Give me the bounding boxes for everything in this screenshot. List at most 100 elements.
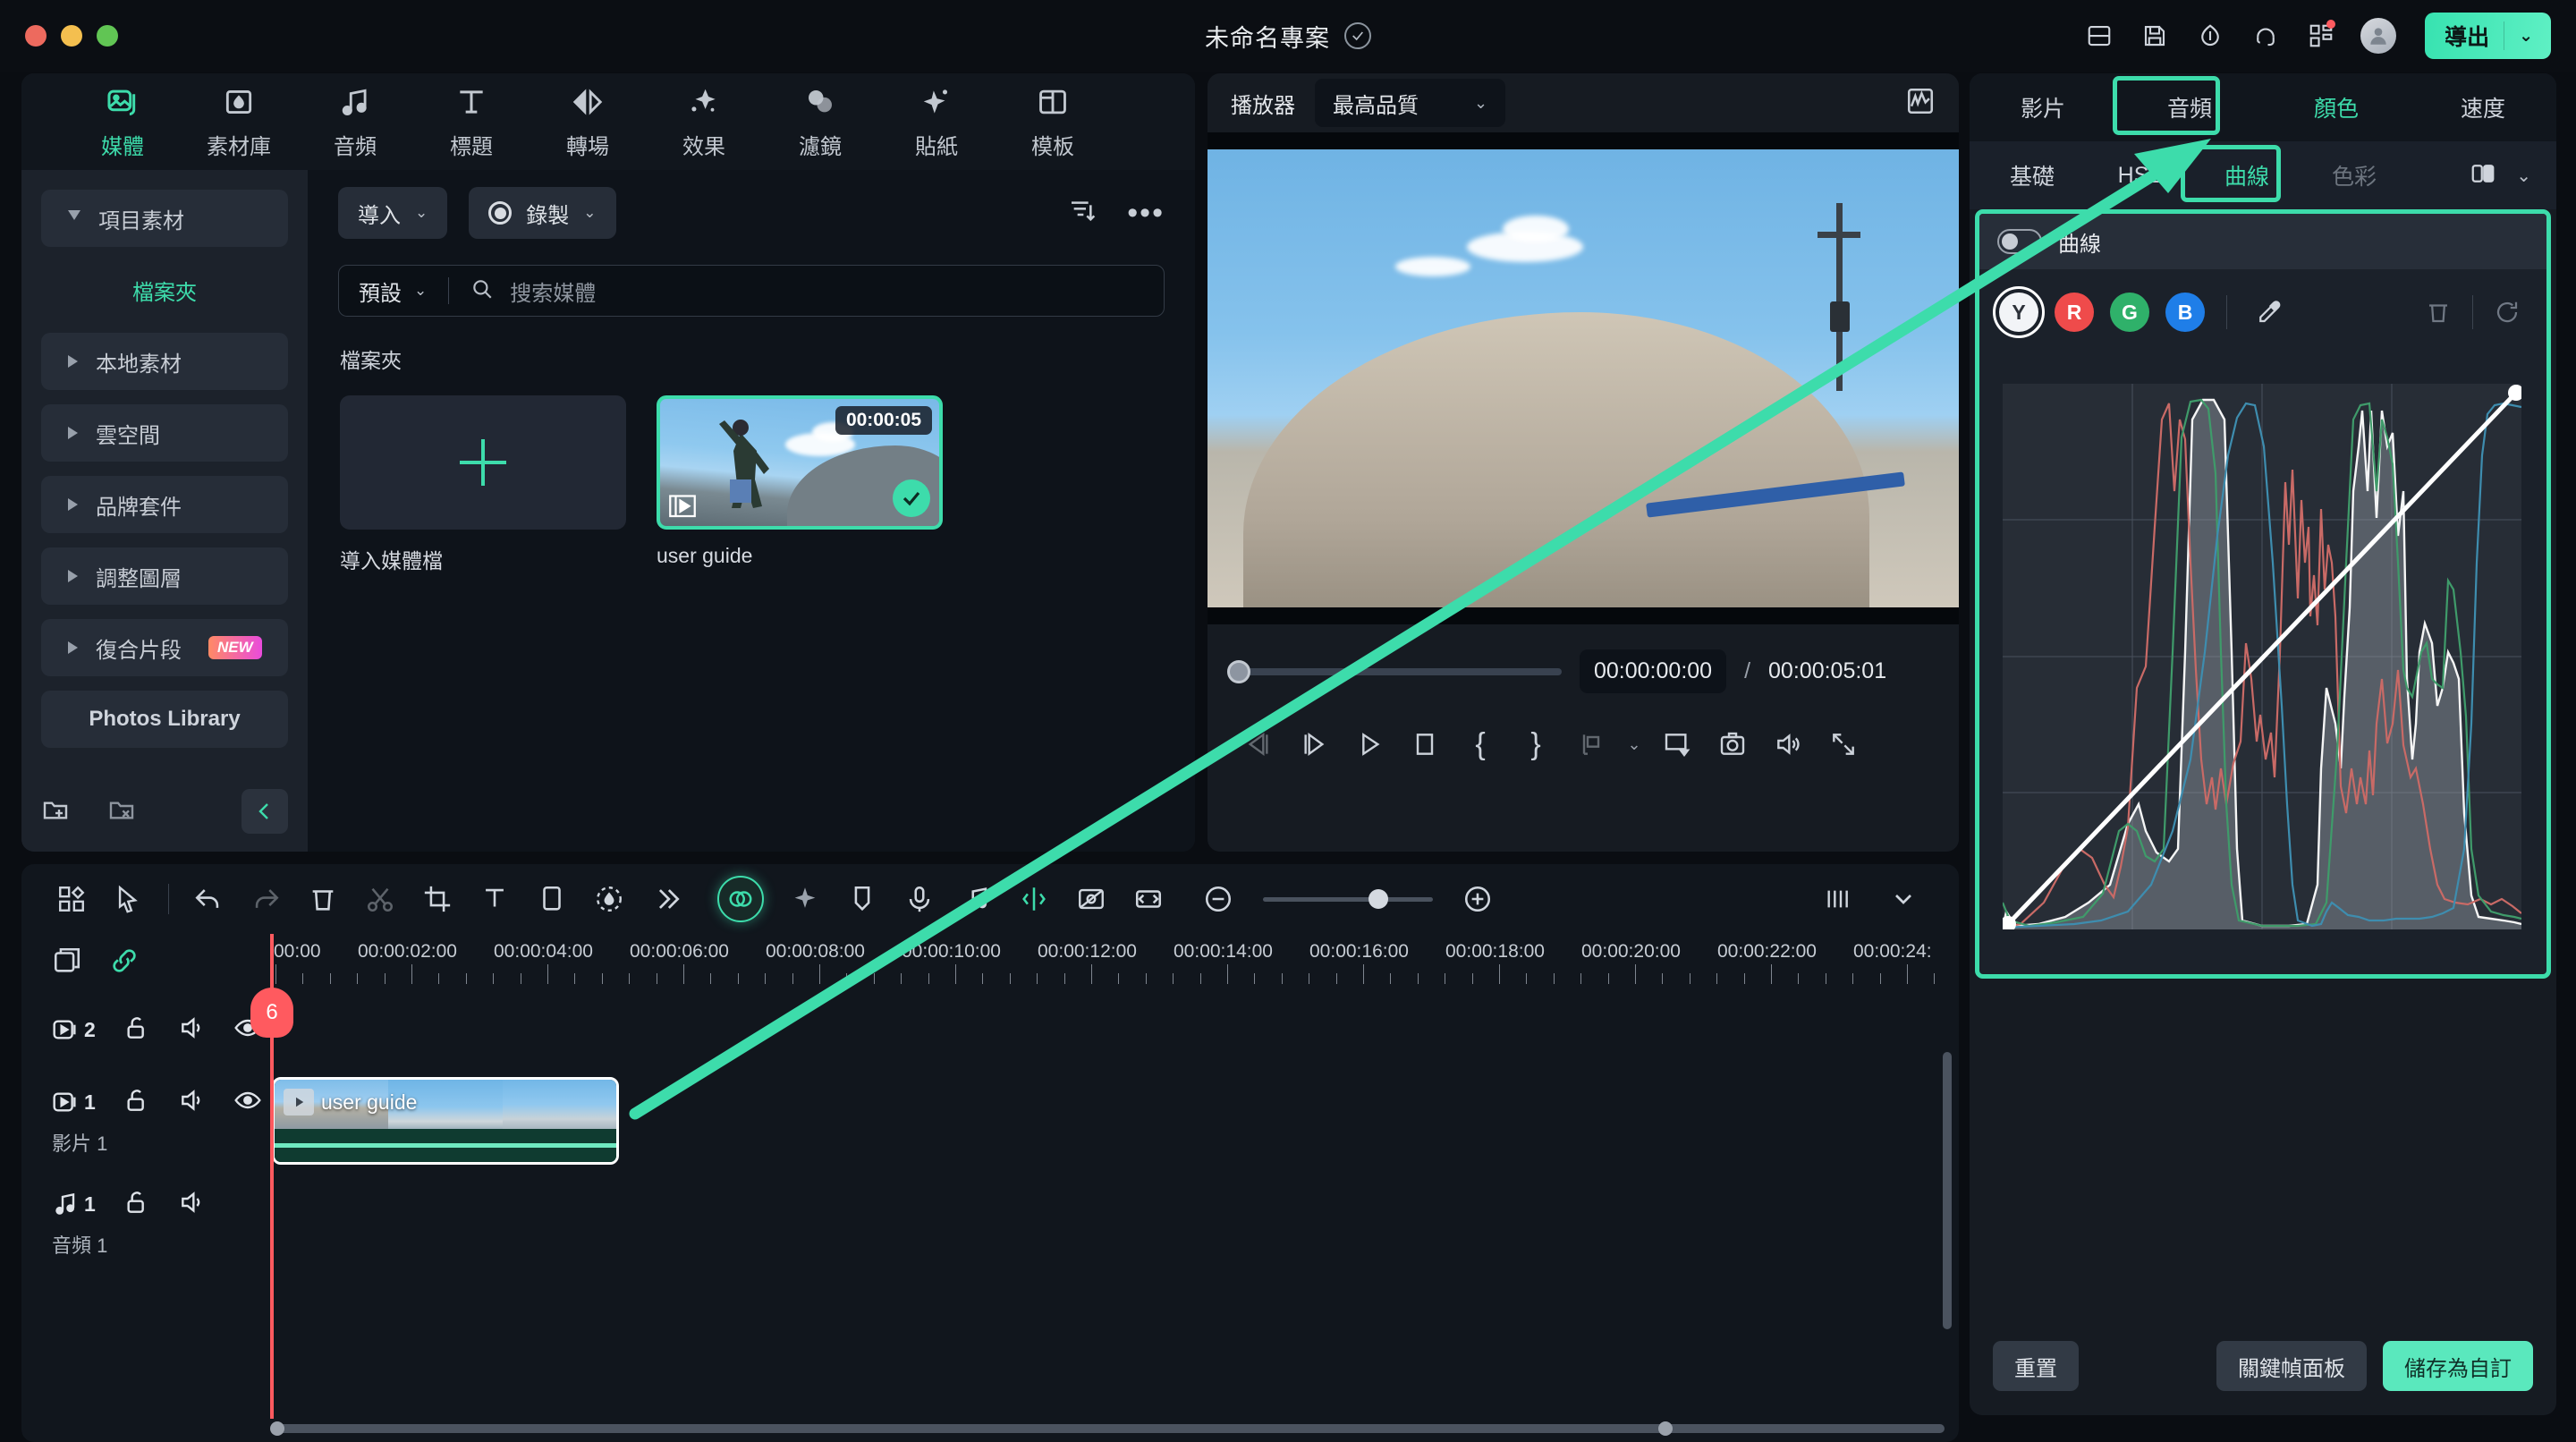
sidebar-item-brand-kit[interactable]: 品牌套件 — [41, 476, 288, 533]
waveform-scope-icon[interactable] — [1905, 86, 1936, 121]
voiceover-mic-icon[interactable] — [891, 876, 948, 922]
zoom-in-icon[interactable] — [1449, 876, 1506, 922]
reset-curve-icon[interactable] — [2487, 293, 2527, 332]
minimize-window-button[interactable] — [61, 25, 82, 47]
lock-open-icon[interactable] — [123, 1188, 151, 1221]
render-bar-icon[interactable] — [1563, 720, 1619, 768]
selection-tool-icon[interactable] — [100, 876, 157, 922]
play-icon[interactable] — [1342, 720, 1397, 768]
volume-icon[interactable] — [1760, 720, 1816, 768]
save-preset-button[interactable]: 儲存為自訂 — [2383, 1341, 2533, 1391]
scrubber-handle[interactable] — [1227, 659, 1250, 683]
collapse-panel-icon[interactable] — [242, 789, 288, 834]
filter-sort-icon[interactable] — [1068, 197, 1097, 230]
delete-icon[interactable] — [294, 876, 352, 922]
tab-sticker[interactable]: 貼紙 — [878, 84, 995, 160]
more-options-icon[interactable]: ••• — [1127, 198, 1165, 228]
avatar[interactable] — [2360, 18, 2397, 54]
curve-graph[interactable] — [2003, 384, 2521, 929]
preset-selector[interactable]: 預設 ⌄ — [359, 276, 427, 307]
fit-to-window-icon[interactable] — [1120, 876, 1177, 922]
headset-support-icon[interactable] — [2250, 20, 2282, 52]
media-search-bar[interactable]: 預設 ⌄ 搜索媒體 — [338, 265, 1165, 317]
track-lane-video2[interactable] — [270, 991, 1959, 1068]
tab-video[interactable]: 影片 — [1970, 84, 2116, 131]
tab-effects[interactable]: 效果 — [646, 84, 762, 160]
mute-icon[interactable] — [178, 1086, 207, 1119]
compare-split-icon[interactable] — [2470, 160, 2496, 191]
tab-speed[interactable]: 速度 — [2410, 84, 2556, 131]
sidebar-item-adjustment-layer[interactable]: 調整圖層 — [41, 547, 288, 605]
auto-reframe-icon[interactable] — [1005, 876, 1063, 922]
import-button[interactable]: 導入 ⌄ — [338, 187, 448, 239]
maximize-window-button[interactable] — [97, 25, 118, 47]
layout-grid-icon[interactable] — [43, 876, 100, 922]
media-item-import[interactable]: 導入媒體檔 — [340, 395, 626, 574]
playhead-marker[interactable]: 6 — [250, 988, 293, 1038]
add-track-icon[interactable] — [52, 946, 82, 980]
quality-selector[interactable]: 最高品質 ⌄ — [1315, 79, 1506, 127]
lock-open-icon[interactable] — [123, 1014, 151, 1047]
sidebar-item-folder[interactable]: 檔案夾 — [41, 261, 288, 318]
eyedropper-icon[interactable] — [2249, 293, 2288, 332]
tab-media[interactable]: 媒體 — [64, 84, 181, 160]
stop-icon[interactable] — [1397, 720, 1453, 768]
cloud-upload-icon[interactable] — [2194, 20, 2226, 52]
media-thumbnail[interactable]: 00:00:05 — [657, 395, 943, 530]
track-lane-audio1[interactable] — [270, 1174, 1959, 1272]
track-lane-video1[interactable]: user guide — [270, 1068, 1959, 1174]
current-timecode[interactable]: 00:00:00:00 — [1580, 649, 1727, 693]
keyframe-panel-button[interactable]: 關鍵幀面板 — [2216, 1341, 2367, 1391]
tab-transition[interactable]: 轉場 — [530, 84, 646, 160]
more-chevrons-icon[interactable] — [638, 876, 695, 922]
crop-icon[interactable] — [409, 876, 466, 922]
subtab-curves[interactable]: 曲線 — [2193, 159, 2301, 191]
zoom-slider[interactable] — [1263, 888, 1433, 909]
zoom-slider-handle[interactable] — [1368, 888, 1388, 909]
selected-check-icon[interactable] — [893, 479, 930, 517]
ai-sparkle-icon[interactable] — [776, 876, 834, 922]
sidebar-item-compound-clip[interactable]: 復合片段 NEW — [41, 619, 288, 676]
link-toggle-icon[interactable] — [109, 946, 140, 980]
delete-icon[interactable] — [2419, 293, 2458, 332]
split-view-icon[interactable] — [2083, 20, 2115, 52]
prev-frame-icon[interactable] — [1231, 720, 1286, 768]
close-window-button[interactable] — [25, 25, 47, 47]
sidebar-item-photos-library[interactable]: Photos Library — [41, 691, 288, 748]
sidebar-item-project-media[interactable]: 項目素材 — [41, 190, 288, 247]
sidebar-item-local-media[interactable]: 本地素材 — [41, 333, 288, 390]
export-chevron-down-icon[interactable]: ⌄ — [2519, 26, 2538, 47]
tab-color[interactable]: 顏色 — [2263, 84, 2410, 131]
curve-graph-svg[interactable] — [2003, 384, 2521, 929]
subtab-color-wheel[interactable]: 色彩 — [2301, 159, 2408, 191]
import-media-tile[interactable] — [340, 395, 626, 530]
reset-button[interactable]: 重置 — [1993, 1341, 2079, 1391]
subtab-hsl[interactable]: HSL — [2086, 163, 2193, 189]
tab-template[interactable]: 模板 — [995, 84, 1111, 160]
export-button[interactable]: 導出 ⌄ — [2425, 13, 2551, 59]
render-chevron-icon[interactable]: ⌄ — [1619, 720, 1649, 768]
timeline-horizontal-scrollbar[interactable] — [270, 1421, 1945, 1436]
fullscreen-icon[interactable] — [1816, 720, 1871, 768]
timeline-vertical-scrollbar[interactable] — [1943, 1052, 1952, 1329]
mute-icon[interactable] — [178, 1188, 207, 1221]
new-folder-icon[interactable] — [41, 795, 70, 828]
tab-audio[interactable]: 音頻 — [297, 84, 413, 160]
curve-enable-toggle[interactable] — [1997, 229, 2042, 254]
channel-b-button[interactable]: B — [2165, 293, 2205, 332]
audio-beat-icon[interactable] — [948, 876, 1005, 922]
apps-grid-icon[interactable] — [2305, 20, 2337, 52]
zoom-out-icon[interactable] — [1190, 876, 1247, 922]
shape-tool-icon[interactable] — [523, 876, 580, 922]
eye-icon[interactable] — [233, 1086, 262, 1119]
timeline-clip-user-guide[interactable]: user guide — [272, 1077, 619, 1165]
tab-filters[interactable]: 濾鏡 — [762, 84, 878, 160]
media-item-clip[interactable]: 00:00:05 user guide — [657, 395, 943, 574]
channel-g-button[interactable]: G — [2110, 293, 2149, 332]
playback-scrubber[interactable] — [1227, 659, 1562, 683]
next-frame-icon[interactable] — [1286, 720, 1342, 768]
tab-title[interactable]: 標題 — [413, 84, 530, 160]
window-controls[interactable] — [25, 25, 118, 47]
text-tool-icon[interactable] — [466, 876, 523, 922]
timeline-ruler[interactable]: 00:00 00:00:02:00 00:00:04:00 00:00:06:0… — [270, 934, 1959, 991]
